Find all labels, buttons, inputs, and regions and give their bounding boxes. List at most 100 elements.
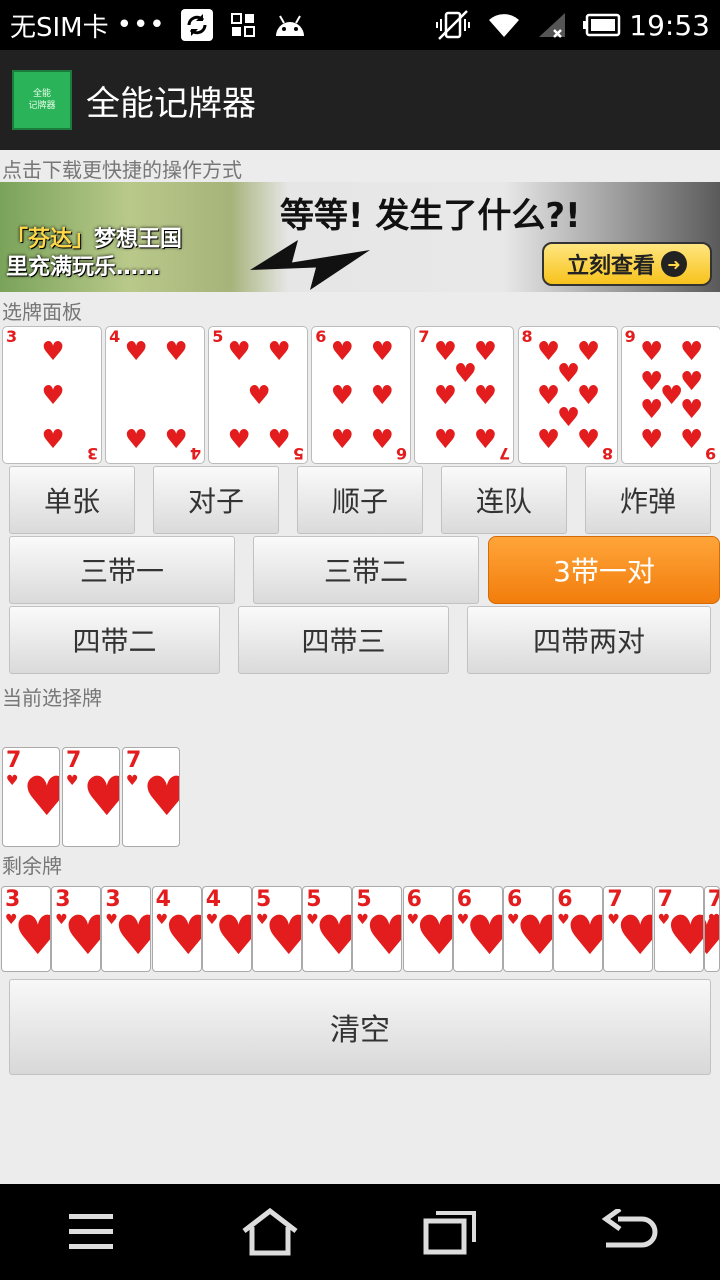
card-rank: 7	[126, 748, 142, 773]
home-button[interactable]	[200, 1184, 340, 1280]
current-card: 7♥♥	[2, 747, 60, 847]
panel-card-7[interactable]: 7 7 ♥ ♥ ♥ ♥ ♥ ♥ ♥	[414, 326, 515, 464]
recent-apps-button[interactable]	[380, 1184, 520, 1280]
card-rank-bottom: 7	[499, 444, 511, 463]
play-type-button[interactable]: 3带一对	[488, 536, 720, 604]
heart-icon: ♥	[66, 773, 79, 789]
logo-text-top: 全能	[32, 89, 51, 99]
heart-icon: ♥	[267, 425, 291, 456]
heart-icon: ♥	[164, 425, 188, 456]
heart-icon: ♥	[330, 381, 354, 411]
ad-cta-button[interactable]: 立刻查看 ➜	[542, 242, 712, 286]
panel-card-6[interactable]: 6 6 ♥ ♥ ♥ ♥ ♥ ♥	[311, 326, 412, 464]
menu-button[interactable]	[21, 1184, 161, 1280]
play-type-button[interactable]: 四带二	[9, 606, 220, 674]
play-type-button[interactable]: 炸弹	[585, 466, 711, 534]
heart-icon: ♥	[679, 367, 704, 398]
card-rank: 6	[315, 327, 327, 346]
status-bar: 无SIM卡 ••• 19:53	[0, 0, 720, 50]
heart-icon: ♥	[433, 425, 458, 456]
heart-icon: ♥	[473, 381, 498, 411]
heart-icon: ♥	[639, 394, 664, 425]
heart-icon: ♥	[473, 336, 498, 367]
heart-icon: ♥	[124, 336, 148, 367]
panel-card-4[interactable]: 4 4 ♥ ♥ ♥ ♥	[105, 326, 206, 464]
back-button[interactable]	[560, 1184, 700, 1280]
card-rank: 7	[66, 748, 82, 773]
panel-card-5[interactable]: 5 5 ♥ ♥ ♥ ♥ ♥	[208, 326, 309, 464]
ad-cta-label: 立刻查看	[566, 254, 655, 279]
wifi-icon	[487, 11, 521, 39]
heart-icon: ♥	[639, 336, 664, 367]
battery-icon	[583, 13, 621, 37]
ad-label[interactable]: 点击下载更快捷的操作方式	[2, 154, 242, 183]
heart-icon: ♥	[415, 909, 451, 963]
card-rank-bottom: 9	[705, 444, 717, 463]
clear-button[interactable]: 清空	[9, 979, 711, 1075]
play-type-button[interactable]: 四带三	[238, 606, 449, 674]
heart-icon: ♥	[370, 381, 394, 411]
remaining-card: 7♥♥	[703, 886, 720, 972]
remaining-card: 5♥♥	[252, 886, 302, 972]
play-type-button[interactable]: 四带两对	[467, 606, 711, 674]
logo-text-bottom: 记牌器	[28, 101, 56, 111]
remaining-card: 6♥♥	[452, 886, 503, 972]
card-rank: 9	[624, 327, 636, 346]
heart-icon: ♥	[114, 909, 150, 963]
heart-icon: ♥	[576, 336, 601, 367]
heart-icon: ♥	[666, 909, 702, 963]
card-rank-bottom: 6	[396, 444, 408, 463]
heart-icon: ♥	[536, 425, 561, 456]
card-rank: 3	[6, 327, 18, 346]
vibrate-off-icon	[435, 9, 471, 41]
remaining-label: 剩余牌	[2, 854, 62, 878]
navigation-bar	[0, 1184, 720, 1280]
play-type-button[interactable]: 单张	[9, 466, 135, 534]
play-type-button[interactable]: 三带一	[9, 536, 235, 604]
android-icon	[272, 12, 308, 38]
panel-card-8[interactable]: 8 8 ♥ ♥ ♥ ♥ ♥ ♥ ♥ ♥	[517, 326, 618, 464]
heart-icon: ♥	[41, 381, 65, 411]
heart-icon: ♥	[365, 909, 401, 963]
heart-icon: ♥	[164, 336, 188, 367]
play-type-button[interactable]: 顺子	[297, 466, 423, 534]
panel-card-3[interactable]: 3 3 ♥ ♥ ♥	[2, 326, 102, 464]
action-bar: 全能 记牌器 全能记牌器	[0, 50, 720, 150]
heart-icon: ♥	[576, 381, 601, 411]
ad-line2: 里充满玩乐……	[6, 255, 161, 280]
heart-icon: ♥	[64, 909, 100, 963]
panel-card-9[interactable]: 9 9 ♥ ♥ ♥ ♥ ♥ ♥ ♥ ♥ ♥	[620, 326, 720, 464]
heart-icon: ♥	[639, 425, 664, 456]
play-type-button[interactable]: 对子	[153, 466, 279, 534]
panel-label: 选牌面板	[2, 300, 82, 324]
heart-icon: ♥	[23, 770, 59, 824]
current-label: 当前选择牌	[2, 686, 102, 710]
remaining-card: 7♥♥	[603, 886, 654, 972]
remaining-card: 3♥♥	[1, 886, 51, 972]
remaining-card: 3♥♥	[101, 886, 152, 972]
heart-icon: ♥	[576, 425, 601, 456]
card-rank-bottom: 8	[602, 444, 614, 463]
card-rank-bottom: 5	[293, 444, 305, 463]
remaining-card: 6♥♥	[553, 886, 604, 972]
card-rank: 8	[521, 327, 533, 346]
current-card: 7♥♥	[62, 747, 120, 847]
current-card: 7♥♥	[122, 747, 180, 847]
app-grid-icon	[230, 12, 256, 38]
heart-icon: ♥	[214, 909, 250, 963]
heart-icon: ♥	[124, 425, 148, 456]
heart-icon: ♥	[566, 909, 602, 963]
play-type-button[interactable]: 三带二	[253, 536, 479, 604]
sync-icon	[180, 8, 214, 42]
heart-icon: ♥	[14, 909, 50, 963]
arrow-right-icon: ➜	[661, 251, 687, 277]
more-notifications-icon: •••	[116, 10, 166, 40]
ad-banner[interactable]: 「芬达」梦想王国 里充满玩乐…… 等等! 发生了什么?! 立刻查看 ➜	[0, 182, 720, 292]
heart-icon: ♥	[227, 425, 251, 456]
remaining-card: 7♥♥	[653, 886, 704, 972]
play-type-button[interactable]: 连队	[441, 466, 567, 534]
heart-icon: ♥	[330, 336, 354, 367]
app-logo[interactable]: 全能 记牌器	[12, 70, 72, 130]
main-content: 点击下载更快捷的操作方式 「芬达」梦想王国 里充满玩乐…… 等等! 发生了什么?…	[0, 150, 720, 1184]
ad-promo-text: 「芬达」梦想王国 里充满玩乐……	[6, 226, 182, 282]
